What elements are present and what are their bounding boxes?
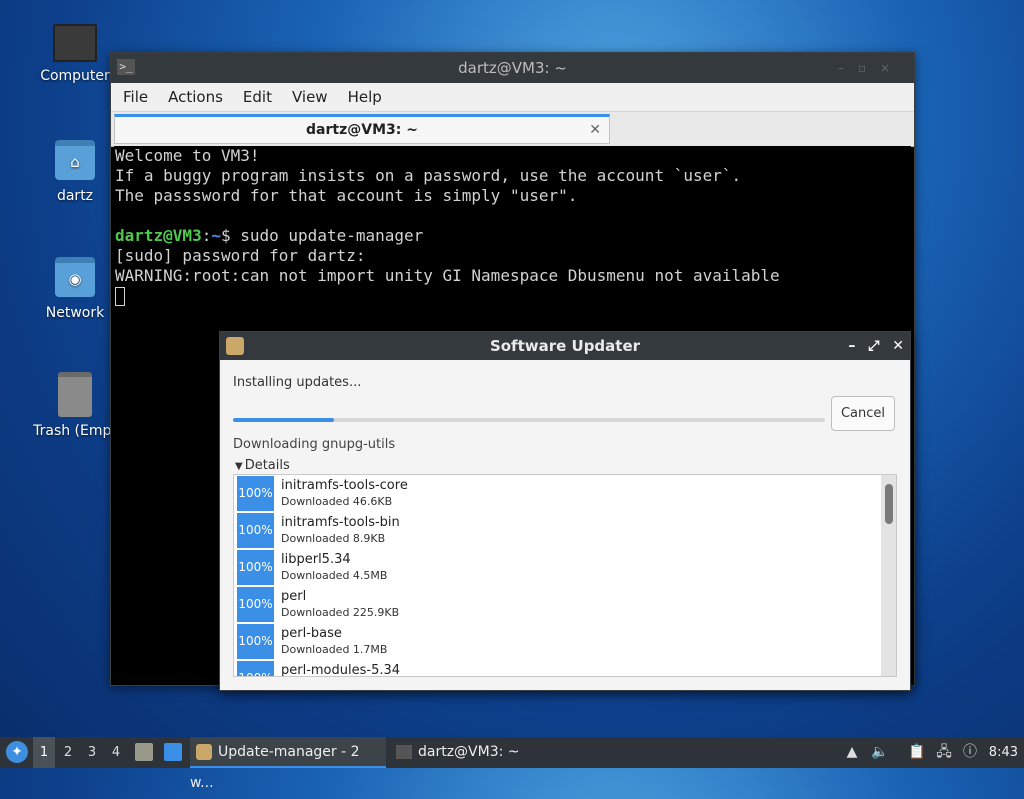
tray-up-arrow-icon[interactable]: ▲ [844,743,860,761]
scrollbar[interactable] [881,475,896,676]
updater-app-icon [196,744,212,760]
home-folder-icon: ⌂ [55,140,95,180]
volume-icon[interactable]: 🔈 [871,743,888,761]
network-status-icon[interactable]: 🖧 [936,743,952,761]
package-status: Downloaded 225.9KB [281,606,400,619]
monitor-icon [53,24,97,62]
terminal-tab-title: dartz@VM3: ~ [306,122,418,138]
close-tab-icon[interactable]: ✕ [589,117,601,143]
details-label: Details [244,458,290,473]
updater-title: Software Updater [489,337,641,355]
package-name: perl-base [281,626,342,641]
terminal-tab[interactable]: dartz@VM3: ~ ✕ [114,114,610,144]
package-progress: 100% [237,550,274,585]
desktop-icon-label: Computer [40,68,110,84]
list-item: 100% libperl5.34 Downloaded 4.5MB [234,549,896,586]
workspace-4[interactable]: 4 [105,737,127,768]
workspace-2[interactable]: 2 [57,737,79,768]
package-status: Downloaded 46.6KB [281,495,393,508]
downloading-label: Downloading gnupg-utils [233,437,396,452]
trash-icon [58,372,92,417]
package-status: Downloaded 1.7MB [281,643,388,656]
file-manager-icon[interactable] [135,743,153,761]
prompt-path: ~ [211,226,221,245]
close-icon[interactable]: ✕ [892,338,904,354]
package-status: Downloaded 4.5MB [281,569,388,582]
updater-app-icon [226,337,244,355]
software-updater-window[interactable]: Software Updater – ⤢ ✕ Installing update… [219,331,911,691]
desktop-icon-label: dartz [56,188,94,204]
prompt-command: $ sudo update-manager [220,226,424,245]
notification-icon[interactable]: ⓘ [962,743,978,761]
terminal-tabbar: dartz@VM3: ~ ✕ [111,112,914,147]
package-progress: 100% [237,624,274,659]
package-progress: 100% [237,476,274,511]
progress-fill [233,418,334,422]
package-name: perl-modules-5.34 [281,663,401,677]
package-status: Downloaded 8.9KB [281,532,386,545]
package-name: libperl5.34 [281,552,351,567]
desktop-icon-trash[interactable]: Trash (Empt [30,372,120,439]
list-item: 100% perl-modules-5.34 [234,660,896,677]
desktop-icon-home[interactable]: ⌂ dartz [30,140,120,204]
show-desktop-icon[interactable] [164,743,182,761]
taskbar: ✦ 1 2 3 4 Update-manager - 2 w... dartz@… [0,737,1024,791]
details-expander[interactable]: ▼ Details [235,458,290,473]
text-cursor [115,287,125,306]
window-controls[interactable]: –▫× [838,53,904,83]
list-item: 100% perl Downloaded 225.9KB [234,586,896,623]
terminal-line: If a buggy program insists on a password… [115,166,742,185]
package-progress: 100% [237,513,274,548]
clipboard-icon[interactable]: 📋 [908,743,925,761]
desktop-icon-computer[interactable]: Computer [30,24,120,84]
package-name: initramfs-tools-core [281,478,408,493]
clock[interactable]: 8:43 [989,737,1018,768]
terminal-cursor-line [115,286,911,306]
list-item: 100% perl-base Downloaded 1.7MB [234,623,896,660]
menu-file[interactable]: File [113,88,158,106]
scrollbar-thumb[interactable] [885,484,893,524]
package-name: perl [281,589,307,604]
update-progress-bar [233,418,825,422]
list-item: 100% initramfs-tools-core Downloaded 46.… [234,475,896,512]
terminal-line: Welcome to VM3! [115,146,260,165]
terminal-line: WARNING:root:can not import unity GI Nam… [115,266,780,285]
terminal-line: [sudo] password for dartz: [115,246,366,265]
workspace-1[interactable]: 1 [33,737,55,768]
terminal-app-icon [396,745,412,759]
maximize-icon[interactable]: ⤢ [868,338,879,354]
triangle-down-icon: ▼ [235,461,243,472]
start-menu-icon[interactable]: ✦ [6,741,28,763]
package-name: initramfs-tools-bin [281,515,400,530]
terminal-window-title: dartz@VM3: ~ [458,59,567,77]
menu-help[interactable]: Help [338,88,392,106]
terminal-icon: >_ [117,59,135,75]
package-list[interactable]: 100% initramfs-tools-core Downloaded 46.… [233,474,897,677]
minimize-icon[interactable]: – [848,338,855,354]
desktop-icon-label: Trash (Empt [33,423,117,439]
updater-status: Installing updates... [233,375,362,390]
task-terminal[interactable]: dartz@VM3: ~ [392,737,572,768]
terminal-titlebar[interactable]: >_ dartz@VM3: ~ –▫× [111,53,914,83]
menu-actions[interactable]: Actions [158,88,233,106]
desktop-icon-label: Network [45,305,105,321]
updater-titlebar[interactable]: Software Updater – ⤢ ✕ [220,332,910,360]
task-label: dartz@VM3: ~ [418,744,520,760]
network-folder-icon: ◉ [55,257,95,297]
package-progress: 100% [237,661,274,676]
prompt-user: dartz@VM3 [115,226,202,245]
workspace-3[interactable]: 3 [81,737,103,768]
prompt-sep: : [201,226,212,245]
package-progress: 100% [237,587,274,622]
task-update-manager[interactable]: Update-manager - 2 w... [190,737,386,791]
cancel-button[interactable]: Cancel [831,396,895,431]
terminal-prompt-line: dartz@VM3:~$ sudo update-manager [115,226,911,246]
terminal-line: The passsword for that account is simply… [115,186,578,205]
menu-view[interactable]: View [282,88,338,106]
terminal-menubar: File Actions Edit View Help [111,83,914,112]
list-item: 100% initramfs-tools-bin Downloaded 8.9K… [234,512,896,549]
desktop-icon-network[interactable]: ◉ Network [30,257,120,321]
menu-edit[interactable]: Edit [233,88,282,106]
